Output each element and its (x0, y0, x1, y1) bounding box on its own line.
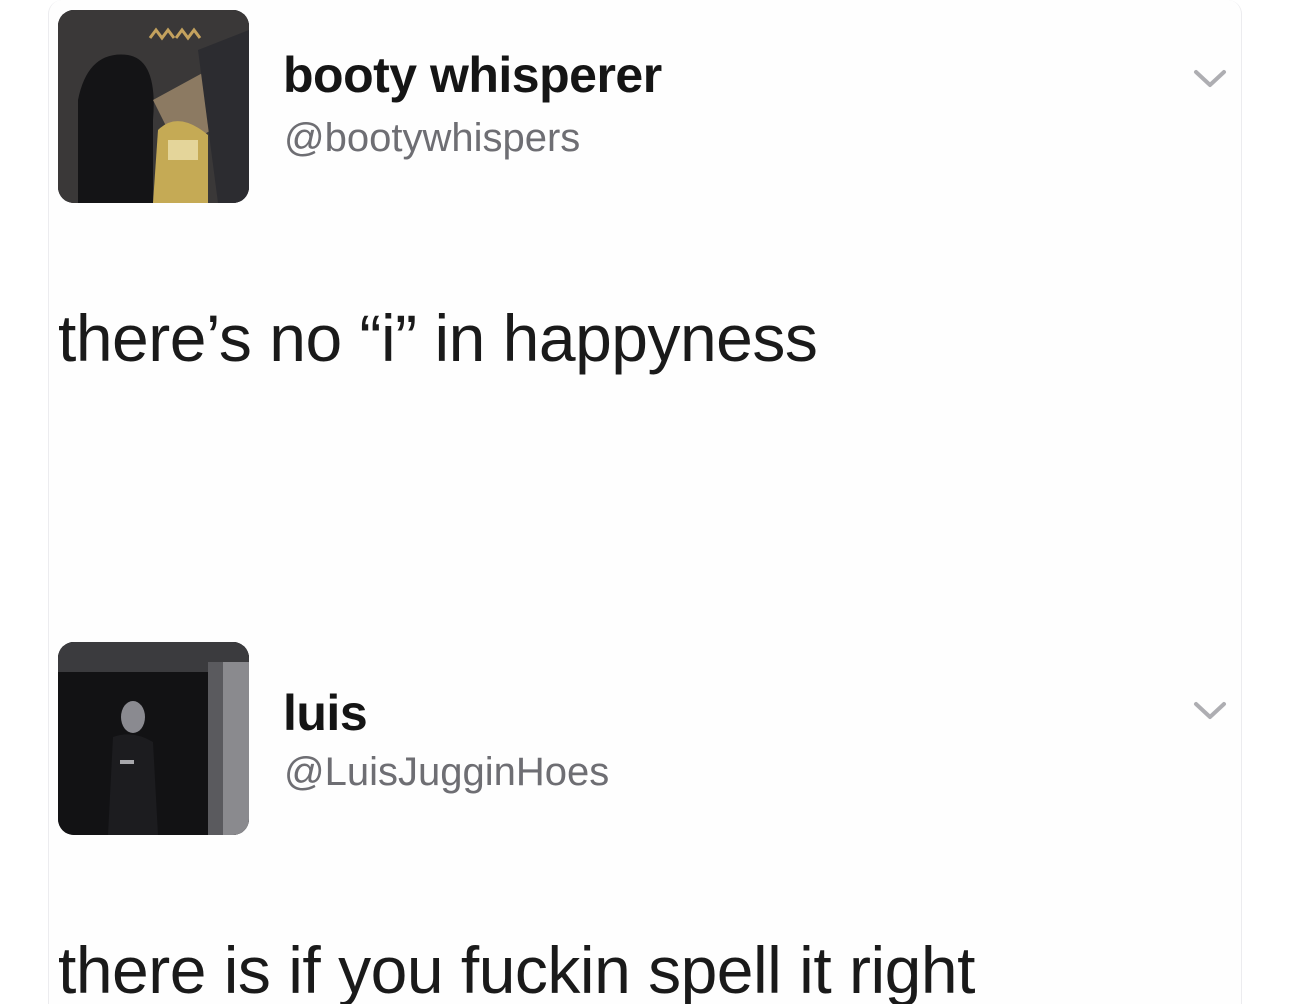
tweet: booty whisperer @bootywhispers there’s n… (0, 0, 1289, 600)
avatar-image (58, 642, 249, 835)
avatar[interactable] (58, 642, 249, 835)
display-name[interactable]: booty whisperer (283, 46, 662, 104)
tweet: luis @LuisJugginHoes there is if you fuc… (0, 632, 1289, 1004)
user-handle[interactable]: @bootywhispers (284, 116, 580, 161)
avatar-image (58, 10, 249, 203)
chevron-down-icon[interactable] (1193, 68, 1227, 90)
tweet-text: there is if you fuckin spell it right (58, 933, 975, 1004)
tweet-text: there’s no “i” in happyness (58, 301, 818, 375)
display-name[interactable]: luis (283, 684, 368, 742)
avatar[interactable] (58, 10, 249, 203)
user-handle[interactable]: @LuisJugginHoes (284, 750, 609, 795)
chevron-down-icon[interactable] (1193, 700, 1227, 722)
